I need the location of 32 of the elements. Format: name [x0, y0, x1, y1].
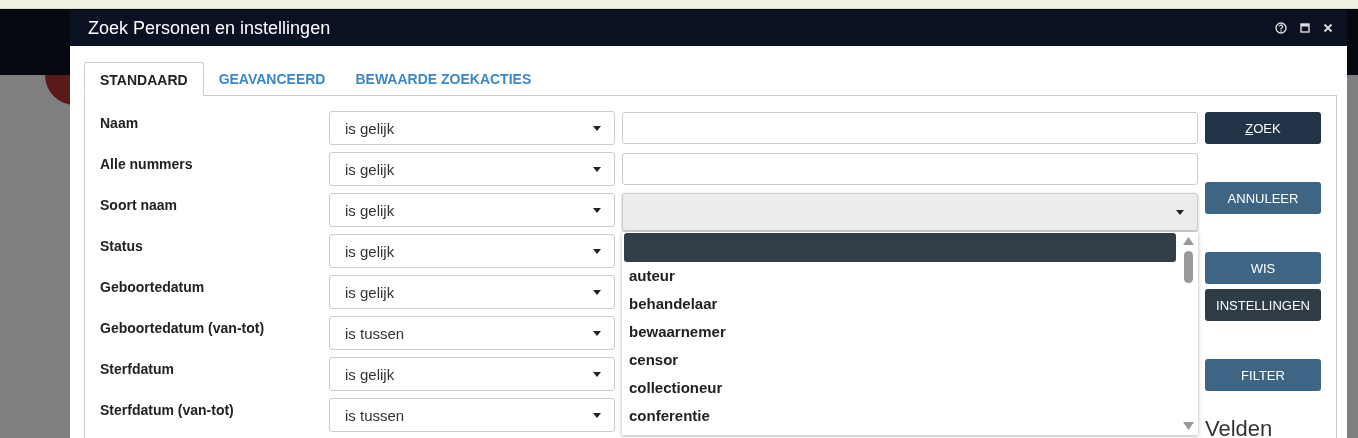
tab[interactable]: BEWAARDE ZOEKACTIES [340, 62, 547, 96]
operator-dropdown[interactable]: is gelijk [329, 234, 615, 268]
dropdown-option[interactable]: auteur [624, 262, 1176, 290]
tab[interactable]: STANDAARD [84, 62, 204, 96]
operator-dropdown[interactable]: is gelijk [329, 193, 615, 227]
operator-dropdown[interactable]: is gelijk [329, 111, 615, 145]
dropdown-option[interactable]: behandelaar [624, 290, 1176, 318]
dropdown-option[interactable]: censor [624, 346, 1176, 374]
field-label: Naam [100, 114, 140, 133]
action-button[interactable]: ZOEK [1205, 112, 1321, 144]
window-title: Zoek Personen en instellingen [88, 17, 331, 39]
action-button[interactable]: WIS [1205, 252, 1321, 284]
action-button[interactable]: FILTER [1205, 359, 1321, 391]
field-label: Geboortedatum [100, 278, 206, 297]
operator-dropdown[interactable]: is tussen [329, 398, 615, 432]
dropdown-option[interactable]: bewaarnemer [624, 318, 1176, 346]
field-label: Sterfdatum (van-tot) [100, 401, 235, 420]
operator-dropdown[interactable]: is gelijk [329, 152, 615, 186]
operator-dropdown[interactable]: is tussen [329, 316, 615, 350]
field-label: Soort naam [100, 196, 178, 215]
tab[interactable]: GEAVANCEERD [203, 62, 341, 96]
action-button[interactable]: INSTELLINGEN [1205, 289, 1321, 321]
dropdown-option[interactable]: conferentie [624, 402, 1176, 430]
field-label: Sterfdatum [100, 360, 175, 379]
field-label: Geboortedatum (van-tot) [100, 319, 266, 338]
operator-dropdown[interactable]: is gelijk [329, 275, 615, 309]
action-button[interactable]: ANNULEER [1205, 182, 1321, 214]
section-heading: Velden [1205, 416, 1273, 438]
operator-dropdown[interactable]: is gelijk [329, 357, 615, 391]
field-label: Alle nummers [100, 155, 194, 174]
dropdown-option[interactable]: collectioneur [624, 374, 1176, 402]
field-label: Status [100, 237, 144, 256]
